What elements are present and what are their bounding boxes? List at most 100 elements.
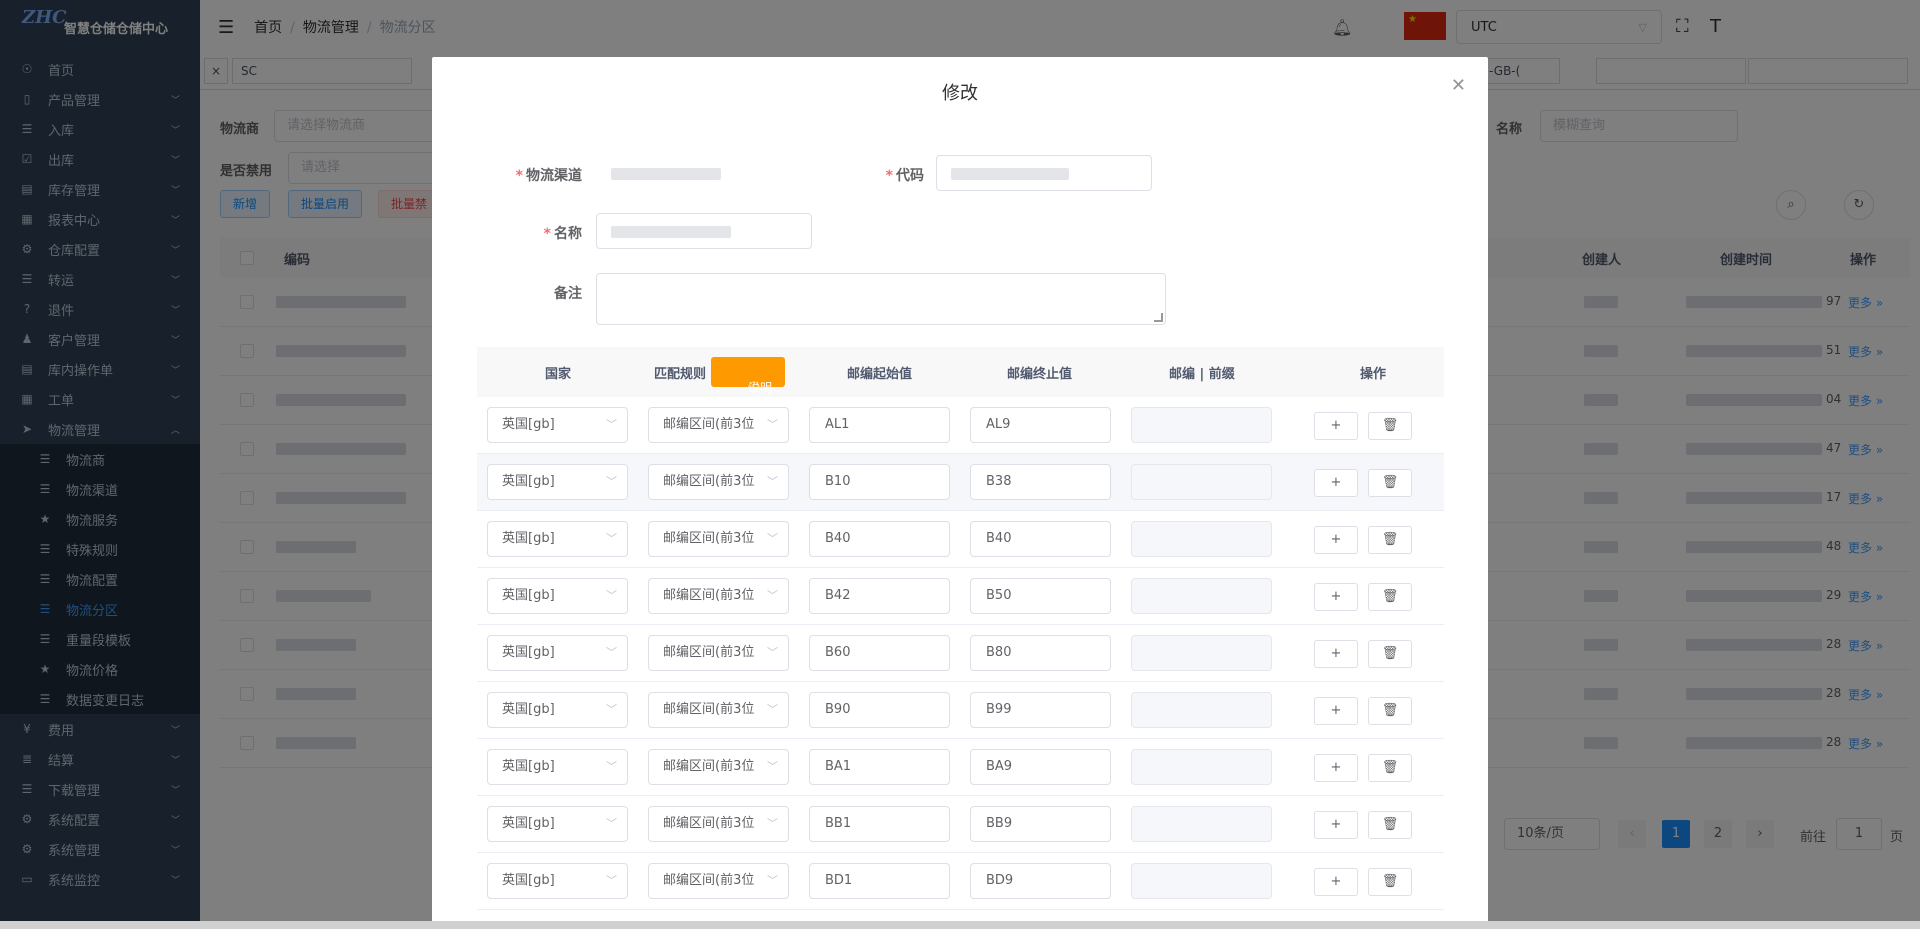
- col-actions: 操作: [1360, 367, 1387, 382]
- chevron-down-icon: ﹀: [767, 760, 778, 773]
- code-field[interactable]: [936, 155, 1152, 191]
- match-rule-select[interactable]: 邮编区间(前3位 ﹀: [648, 521, 789, 557]
- plus-icon: +: [1330, 646, 1342, 661]
- postcode-end-input[interactable]: BA9: [970, 749, 1111, 785]
- add-row-button[interactable]: +: [1314, 754, 1358, 782]
- add-row-button[interactable]: +: [1314, 697, 1358, 725]
- delete-row-button[interactable]: 🗑︎: [1368, 526, 1412, 554]
- add-row-button[interactable]: +: [1314, 811, 1358, 839]
- edit-dialog: 修改 ✕ * 物流渠道 * 代码 * 名称 备注 国家 匹配规则 ⓘ 说明 邮编起始值…: [432, 57, 1488, 929]
- postcode-end-input[interactable]: BB9: [970, 806, 1111, 842]
- remark-textarea[interactable]: [596, 273, 1166, 325]
- add-row-button[interactable]: +: [1314, 640, 1358, 668]
- match-rule-select[interactable]: 邮编区间(前3位 ﹀: [648, 863, 789, 899]
- postcode-prefix-input: [1131, 635, 1272, 671]
- delete-row-button[interactable]: 🗑︎: [1368, 469, 1412, 497]
- postcode-start-input[interactable]: B60: [809, 635, 950, 671]
- postcode-end-input[interactable]: AL9: [970, 407, 1111, 443]
- country-select[interactable]: 英国[gb] ﹀: [487, 407, 628, 443]
- postcode-start-input[interactable]: AL1: [809, 407, 950, 443]
- plus-icon: +: [1330, 532, 1342, 547]
- delete-row-button[interactable]: 🗑︎: [1368, 697, 1412, 725]
- chevron-down-icon: ﹀: [767, 475, 778, 488]
- match-rule-select[interactable]: 邮编区间(前3位 ﹀: [648, 749, 789, 785]
- resize-handle-icon[interactable]: [1154, 313, 1163, 322]
- postcode-start-input[interactable]: B10: [809, 464, 950, 500]
- name-field[interactable]: [596, 213, 812, 249]
- chevron-down-icon: ﹀: [606, 817, 617, 830]
- postcode-prefix-input: [1131, 407, 1272, 443]
- match-rule-select[interactable]: 邮编区间(前3位 ﹀: [648, 806, 789, 842]
- plus-icon: +: [1330, 589, 1342, 604]
- channel-select[interactable]: [596, 155, 812, 191]
- add-row-button[interactable]: +: [1314, 868, 1358, 896]
- postcode-end-input[interactable]: B38: [970, 464, 1111, 500]
- code-label: * 代码: [885, 168, 924, 184]
- zone-rule-row: 英国[gb] ﹀ 邮编区间(前3位 ﹀ B10 B38 + 🗑︎: [477, 454, 1444, 511]
- postcode-end-input[interactable]: B40: [970, 521, 1111, 557]
- postcode-start-input[interactable]: B90: [809, 692, 950, 728]
- postcode-prefix-input: [1131, 464, 1272, 500]
- postcode-end-input[interactable]: B99: [970, 692, 1111, 728]
- delete-row-button[interactable]: 🗑︎: [1368, 811, 1412, 839]
- trash-icon: 🗑︎: [1381, 475, 1399, 490]
- delete-row-button[interactable]: 🗑︎: [1368, 754, 1412, 782]
- postcode-end-input[interactable]: BD9: [970, 863, 1111, 899]
- match-rule-select[interactable]: 邮编区间(前3位 ﹀: [648, 464, 789, 500]
- col-postcode-prefix: 邮编 | 前缀: [1169, 367, 1235, 382]
- country-select[interactable]: 英国[gb] ﹀: [487, 692, 628, 728]
- channel-label: * 物流渠道: [515, 168, 582, 184]
- postcode-prefix-input: [1131, 521, 1272, 557]
- chevron-down-icon: ﹀: [606, 646, 617, 659]
- trash-icon: 🗑︎: [1381, 646, 1399, 661]
- postcode-end-input[interactable]: B50: [970, 578, 1111, 614]
- add-row-button[interactable]: +: [1314, 583, 1358, 611]
- delete-row-button[interactable]: 🗑︎: [1368, 640, 1412, 668]
- trash-icon: 🗑︎: [1381, 817, 1399, 832]
- zone-rule-row: 英国[gb] ﹀ 邮编区间(前3位 ﹀ AL1 AL9 + 🗑︎: [477, 397, 1444, 454]
- chevron-down-icon: ﹀: [767, 817, 778, 830]
- country-select[interactable]: 英国[gb] ﹀: [487, 749, 628, 785]
- postcode-start-input[interactable]: BB1: [809, 806, 950, 842]
- add-row-button[interactable]: +: [1314, 469, 1358, 497]
- zone-rules-header: 国家 匹配规则 ⓘ 说明 邮编起始值 邮编终止值 邮编 | 前缀 操作: [477, 347, 1444, 397]
- delete-row-button[interactable]: 🗑︎: [1368, 412, 1412, 440]
- postcode-start-input[interactable]: BA1: [809, 749, 950, 785]
- chevron-down-icon: ﹀: [767, 646, 778, 659]
- chevron-down-icon: ﹀: [767, 703, 778, 716]
- dialog-title: 修改: [942, 83, 978, 104]
- country-select[interactable]: 英国[gb] ﹀: [487, 578, 628, 614]
- delete-row-button[interactable]: 🗑︎: [1368, 583, 1412, 611]
- postcode-prefix-input: [1131, 863, 1272, 899]
- delete-row-button[interactable]: 🗑︎: [1368, 868, 1412, 896]
- country-select[interactable]: 英国[gb] ﹀: [487, 635, 628, 671]
- chevron-down-icon: ﹀: [606, 874, 617, 887]
- close-icon[interactable]: ✕: [1451, 75, 1466, 96]
- add-row-button[interactable]: +: [1314, 526, 1358, 554]
- chevron-down-icon: ﹀: [767, 874, 778, 887]
- postcode-end-input[interactable]: B80: [970, 635, 1111, 671]
- zone-rules-table: 国家 匹配规则 ⓘ 说明 邮编起始值 邮编终止值 邮编 | 前缀 操作 英国[g…: [477, 347, 1444, 910]
- country-select[interactable]: 英国[gb] ﹀: [487, 863, 628, 899]
- chevron-down-icon: ﹀: [606, 760, 617, 773]
- chevron-down-icon: ﹀: [606, 532, 617, 545]
- add-row-button[interactable]: +: [1314, 412, 1358, 440]
- chevron-down-icon: ﹀: [606, 703, 617, 716]
- country-select[interactable]: 英国[gb] ﹀: [487, 521, 628, 557]
- postcode-start-input[interactable]: B40: [809, 521, 950, 557]
- chevron-down-icon: ﹀: [606, 589, 617, 602]
- postcode-start-input[interactable]: B42: [809, 578, 950, 614]
- postcode-start-input[interactable]: BD1: [809, 863, 950, 899]
- country-select[interactable]: 英国[gb] ﹀: [487, 464, 628, 500]
- zone-rule-row: 英国[gb] ﹀ 邮编区间(前3位 ﹀ B40 B40 + 🗑︎: [477, 511, 1444, 568]
- match-rule-select[interactable]: 邮编区间(前3位 ﹀: [648, 578, 789, 614]
- match-rule-select[interactable]: 邮编区间(前3位 ﹀: [648, 635, 789, 671]
- country-select[interactable]: 英国[gb] ﹀: [487, 806, 628, 842]
- postcode-prefix-input: [1131, 578, 1272, 614]
- explain-button[interactable]: ⓘ 说明: [711, 357, 785, 395]
- plus-icon: +: [1330, 475, 1342, 490]
- match-rule-select[interactable]: 邮编区间(前3位 ﹀: [648, 692, 789, 728]
- col-postcode-end: 邮编终止值: [1007, 367, 1073, 382]
- trash-icon: 🗑︎: [1381, 589, 1399, 604]
- match-rule-select[interactable]: 邮编区间(前3位 ﹀: [648, 407, 789, 443]
